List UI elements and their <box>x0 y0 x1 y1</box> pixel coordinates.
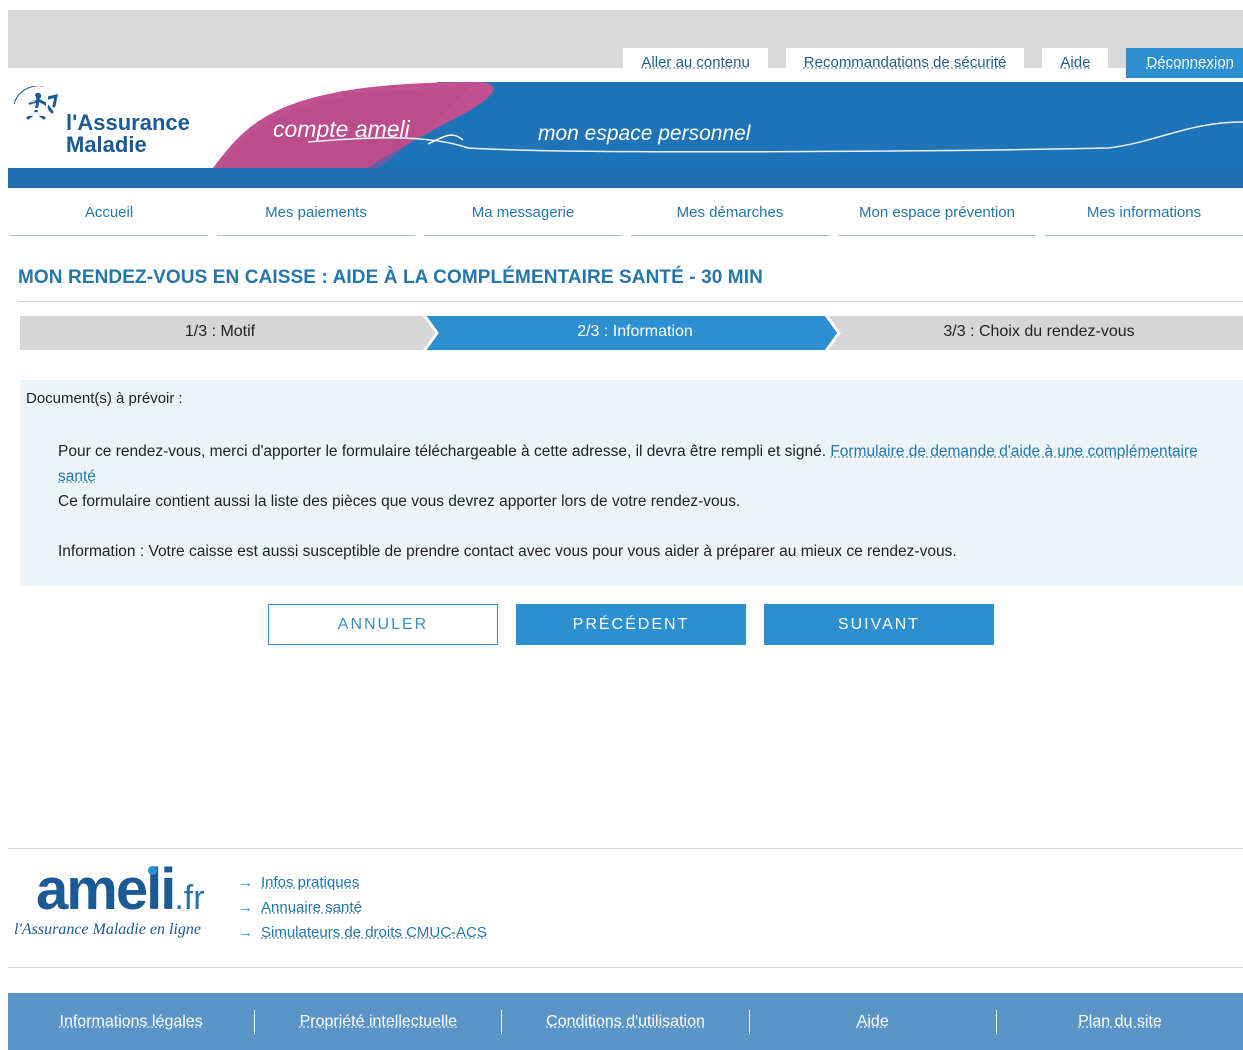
footer-bottom-bar: Informations légales Propriété intellect… <box>8 993 1243 1050</box>
assurance-maladie-logo[interactable]: l'Assurance Maladie <box>66 112 190 156</box>
ameli-logo-dot <box>148 866 157 875</box>
nav-mes-informations[interactable]: Mes informations <box>1045 198 1243 236</box>
espace-personnel-label: mon espace personnel <box>538 122 751 145</box>
step-1-motif: 1/3 : Motif <box>184 323 256 340</box>
step-2-information: 2/3 : Information <box>577 323 693 340</box>
utility-links: Aller au contenu Recommandations de sécu… <box>605 48 1243 78</box>
footer-propriete-intellectuelle[interactable]: Propriété intellectuelle <box>255 1013 501 1031</box>
documents-body: Pour ce rendez-vous, merci d'apporter le… <box>58 439 1238 564</box>
footer-divider-top <box>8 848 1243 849</box>
previous-button[interactable]: PRÉCÉDENT <box>516 604 746 645</box>
form-contents-text: Ce formulaire contient aussi la liste de… <box>58 493 741 510</box>
top-utility-bar: Aller au contenu Recommandations de sécu… <box>8 10 1243 78</box>
logo-line-2: Maladie <box>66 132 147 157</box>
arrow-right-icon: → <box>238 924 253 941</box>
nav-mes-paiements[interactable]: Mes paiements <box>217 198 415 236</box>
step-3-choix-rendez-vous: 3/3 : Choix du rendez-vous <box>943 323 1135 340</box>
security-recommendations-link[interactable]: Recommandations de sécurité <box>785 48 1025 78</box>
ameli-logo-suffix: .fr <box>174 879 205 917</box>
nav-accueil[interactable]: Accueil <box>10 198 208 236</box>
footer-aide[interactable]: Aide <box>750 1013 996 1031</box>
ameli-tagline: l'Assurance Maladie en ligne <box>14 921 201 938</box>
form-instruction-text: Pour ce rendez-vous, merci d'apporter le… <box>58 443 827 460</box>
footer-link-infos-pratiques[interactable]: → Infos pratiques <box>238 870 487 895</box>
documents-info-panel: Document(s) à prévoir : Pour ce rendez-v… <box>20 380 1243 586</box>
documents-heading: Document(s) à prévoir : <box>26 390 183 407</box>
footer-link-simulateurs[interactable]: → Simulateurs de droits CMUC-ACS <box>238 920 487 945</box>
form-paragraph: Pour ce rendez-vous, merci d'apporter le… <box>58 439 1238 489</box>
cancel-button[interactable]: ANNULER <box>268 604 498 645</box>
next-button[interactable]: SUIVANT <box>764 604 994 645</box>
arrow-right-icon: → <box>238 899 253 916</box>
title-divider <box>18 301 1243 302</box>
footer-plan-du-site[interactable]: Plan du site <box>997 1013 1243 1031</box>
header-banner: l'Assurance Maladie compte ameli mon esp… <box>8 82 1243 188</box>
logout-button[interactable]: Déconnexion <box>1126 48 1243 78</box>
ameli-logo[interactable]: ameli.fr <box>36 858 205 930</box>
svg-text:@: @ <box>23 91 37 107</box>
wizard-buttons: ANNULER PRÉCÉDENT SUIVANT <box>268 604 994 645</box>
step-progress: 1/3 : Motif 2/3 : Information 3/3 : Choi… <box>20 316 1243 350</box>
nav-mes-demarches[interactable]: Mes démarches <box>631 198 829 236</box>
footer-informations-legales[interactable]: Informations légales <box>8 1013 254 1031</box>
help-link[interactable]: Aide <box>1042 48 1109 78</box>
nav-espace-prevention[interactable]: Mon espace prévention <box>838 198 1036 236</box>
email-at-icon[interactable]: @ <box>8 82 52 122</box>
nav-ma-messagerie[interactable]: Ma messagerie <box>424 198 622 236</box>
main-navigation: Accueil Mes paiements Ma messagerie Mes … <box>10 198 1243 236</box>
contact-information-text: Information : Votre caisse est aussi sus… <box>58 543 957 560</box>
page-title: MON RENDEZ-VOUS EN CAISSE : AIDE À LA CO… <box>18 267 763 288</box>
arrow-right-icon: → <box>238 874 253 891</box>
compte-ameli-label: compte ameli <box>273 116 410 142</box>
footer-divider-bottom <box>8 967 1243 968</box>
skip-to-content-link[interactable]: Aller au contenu <box>623 48 768 78</box>
footer-links: → Infos pratiques → Annuaire santé → Simula… <box>238 870 487 945</box>
footer-conditions-utilisation[interactable]: Conditions d'utilisation <box>502 1013 748 1031</box>
footer-link-annuaire-sante[interactable]: → Annuaire santé <box>238 895 487 920</box>
